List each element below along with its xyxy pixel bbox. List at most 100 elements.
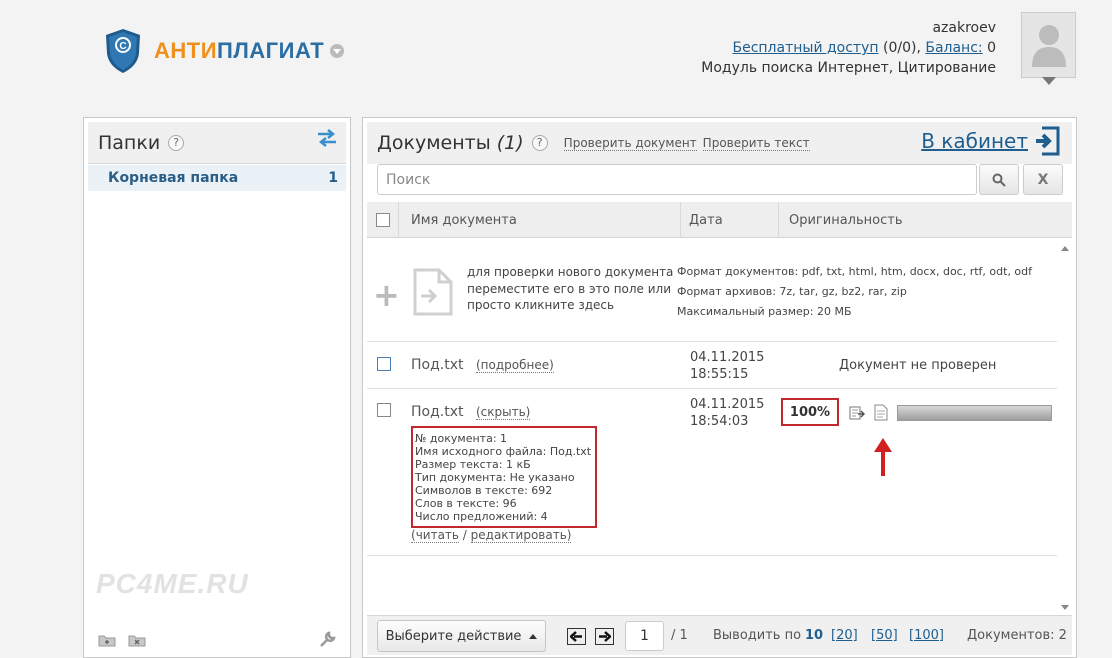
document-date-time: 18:55:15 bbox=[690, 367, 749, 382]
modules-text: Модуль поиска Интернет, Цитирование bbox=[701, 60, 996, 76]
select-all-cell bbox=[367, 202, 399, 238]
document-date: 04.11.2015 18:54:03 bbox=[690, 396, 764, 430]
per-page-100[interactable]: [100] bbox=[909, 628, 944, 643]
edit-link-text[interactable]: редактировать bbox=[471, 528, 567, 542]
free-access-value: (0/0), bbox=[882, 40, 921, 56]
swap-arrows-icon[interactable] bbox=[316, 128, 338, 148]
logo[interactable]: C АНТИПЛАГИАТ bbox=[104, 28, 345, 74]
action-dropdown-button[interactable]: Выберите действие bbox=[377, 620, 546, 652]
format-info: Формат документов: pdf, txt, html, htm, … bbox=[677, 262, 1032, 322]
root-folder-item[interactable]: Корневая папка 1 bbox=[88, 165, 346, 191]
table-row[interactable]: Под.txt (скрыть) № документа: 1 Имя исхо… bbox=[367, 390, 1057, 556]
row-checkbox[interactable] bbox=[377, 403, 391, 417]
edit-link[interactable]: редактировать) bbox=[470, 528, 572, 543]
per-page-20[interactable]: [20] bbox=[831, 628, 858, 643]
search-button[interactable] bbox=[979, 164, 1019, 195]
prev-page-button[interactable] bbox=[567, 628, 586, 645]
page-total: / 1 bbox=[671, 628, 688, 643]
username: azakroev bbox=[932, 20, 996, 36]
column-name[interactable]: Имя документа bbox=[399, 202, 681, 238]
originality-progress-bar bbox=[897, 405, 1052, 421]
read-link-text[interactable]: читать bbox=[416, 528, 459, 542]
next-page-button[interactable] bbox=[595, 628, 614, 645]
row-checkbox[interactable] bbox=[377, 357, 391, 371]
documents-title-text: Документы bbox=[377, 132, 491, 154]
detail-text-size: Размер текста: 1 кБ bbox=[415, 458, 531, 471]
exit-door-icon[interactable] bbox=[1034, 126, 1060, 156]
brand-part-anti: АНТИ bbox=[154, 38, 218, 63]
scrollbar[interactable] bbox=[1059, 242, 1071, 614]
avatar-dropdown-icon[interactable] bbox=[1042, 77, 1056, 85]
document-name: Под.txt (подробнее) bbox=[411, 357, 554, 373]
user-silhouette-icon bbox=[1032, 25, 1066, 67]
documents-count: (1) bbox=[496, 132, 524, 154]
watermark: PC4ME.RU bbox=[96, 568, 249, 599]
cabinet-link-text[interactable]: В кабинет bbox=[921, 129, 1028, 153]
chevron-down-icon[interactable] bbox=[330, 44, 345, 58]
upload-drop-zone[interactable]: + для проверки нового документа перемест… bbox=[367, 242, 1057, 342]
arrow-right-icon bbox=[599, 631, 611, 642]
report-document-icon[interactable] bbox=[874, 404, 888, 421]
documents-title: Документы (1) bbox=[377, 132, 524, 154]
document-formats: Формат документов: pdf, txt, html, htm, … bbox=[677, 265, 1033, 278]
per-page-label: Выводить по bbox=[713, 628, 802, 643]
arrow-left-icon bbox=[570, 631, 582, 642]
balance-link[interactable]: Баланс: bbox=[925, 40, 982, 56]
balance-value: 0 bbox=[987, 40, 996, 56]
detail-doc-type: Тип документа: Не указано bbox=[415, 471, 575, 484]
svg-text:C: C bbox=[119, 41, 126, 52]
red-arrow-annotation-icon bbox=[874, 438, 892, 476]
details-actions: (читать / редактировать) bbox=[411, 528, 572, 543]
search-input[interactable] bbox=[377, 164, 977, 195]
select-all-checkbox[interactable] bbox=[375, 213, 390, 227]
per-page-50[interactable]: [50] bbox=[871, 628, 898, 643]
action-dropdown-label: Выберите действие bbox=[385, 628, 522, 644]
wrench-icon[interactable] bbox=[318, 631, 336, 649]
root-folder-count: 1 bbox=[328, 170, 338, 186]
report-export-icon[interactable] bbox=[849, 405, 865, 421]
folders-header: Папки ? bbox=[88, 122, 346, 164]
free-access-link[interactable]: Бесплатный доступ bbox=[732, 40, 878, 56]
search-bar: X bbox=[377, 164, 1063, 196]
document-details: № документа: 1 Имя исходного файла: Под.… bbox=[411, 426, 597, 528]
per-page-current: 10 bbox=[805, 628, 824, 643]
document-name: Под.txt (скрыть) bbox=[411, 404, 531, 420]
column-date[interactable]: Дата bbox=[681, 202, 779, 238]
caret-up-icon bbox=[529, 633, 538, 639]
read-link[interactable]: (читать bbox=[411, 528, 459, 543]
column-originality[interactable]: Оригинальность bbox=[779, 202, 1072, 238]
document-name-text: Под.txt bbox=[411, 357, 464, 373]
delete-folder-icon[interactable] bbox=[128, 633, 146, 647]
scroll-up-icon[interactable] bbox=[1061, 246, 1069, 251]
documents-count-footer: Документов: 2 bbox=[967, 628, 1067, 643]
brand-name: АНТИПЛАГИАТ bbox=[154, 38, 324, 64]
check-document-link[interactable]: Проверить документ bbox=[563, 136, 697, 151]
page-input[interactable] bbox=[625, 621, 664, 651]
detail-char-count: Символов в тексте: 692 bbox=[415, 484, 553, 497]
document-date-day: 04.11.2015 bbox=[690, 350, 765, 365]
detail-sentence-count: Число предложений: 4 bbox=[415, 510, 548, 523]
document-status: Документ не проверен bbox=[839, 358, 997, 373]
document-date-time: 18:54:03 bbox=[690, 414, 749, 429]
folders-title: Папки bbox=[98, 131, 161, 154]
scroll-down-icon[interactable] bbox=[1061, 605, 1069, 610]
upload-hint: для проверки нового документа переместит… bbox=[467, 265, 674, 312]
archive-formats: Формат архивов: 7z, tar, gz, bz2, rar, z… bbox=[677, 285, 907, 298]
table-row[interactable]: Под.txt (подробнее) 04.11.2015 18:55:15 … bbox=[367, 343, 1057, 389]
clear-search-button[interactable]: X bbox=[1023, 164, 1063, 195]
max-size: Максимальный размер: 20 МБ bbox=[677, 305, 852, 318]
folders-panel: Папки ? Корневая папка 1 PC4ME.RU bbox=[83, 117, 351, 658]
document-name-text: Под.txt bbox=[411, 404, 464, 420]
documents-help-icon[interactable]: ? bbox=[531, 135, 548, 151]
details-toggle-link[interactable]: (скрыть) bbox=[475, 405, 531, 420]
bottom-toolbar: Выберите действие / 1 Выводить по 10 [20… bbox=[367, 615, 1072, 655]
detail-source-file: Имя исходного файла: Под.txt bbox=[415, 445, 592, 458]
avatar[interactable] bbox=[1021, 12, 1076, 85]
add-folder-icon[interactable] bbox=[98, 633, 116, 647]
detail-doc-number: № документа: 1 bbox=[415, 432, 508, 445]
details-toggle-link[interactable]: (подробнее) bbox=[475, 358, 554, 373]
folders-help-icon[interactable]: ? bbox=[168, 134, 185, 151]
check-text-link[interactable]: Проверить текст bbox=[702, 136, 810, 151]
plus-icon[interactable]: + bbox=[373, 276, 400, 314]
cabinet-link[interactable]: В кабинет bbox=[921, 126, 1060, 156]
